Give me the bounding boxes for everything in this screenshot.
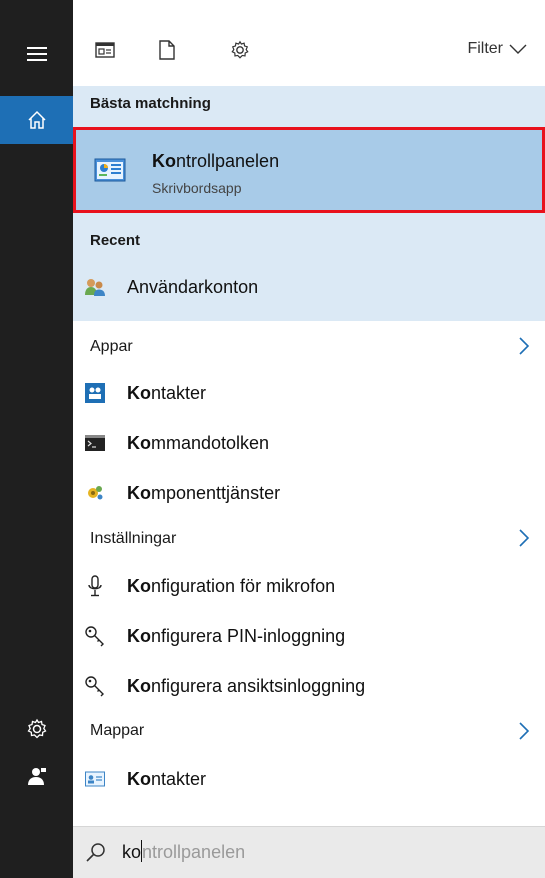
setting-item-pin-sign-in[interactable]: Konfigurera PIN-inloggning (73, 611, 545, 661)
setting-item-label: Konfiguration för mikrofon (127, 575, 336, 596)
key-icon (83, 624, 107, 648)
component-services-icon (83, 481, 107, 505)
search-box[interactable]: kontrollpanelen (73, 826, 545, 878)
filter-dropdown[interactable]: Filter (467, 40, 527, 58)
setting-item-face-sign-in[interactable]: Konfigurera ansiktsinloggning (73, 661, 545, 711)
app-item-contacts[interactable]: Kontakter (73, 368, 545, 418)
folders-heading: Mappar (90, 722, 145, 739)
folder-item-label: Kontakter (127, 768, 207, 789)
user-icon (27, 768, 46, 785)
setting-item-microphone[interactable]: Konfiguration för mikrofon (73, 561, 545, 611)
contact-card-icon (83, 767, 107, 791)
best-match-item[interactable]: Kontrollpanelen Skrivbordsapp (73, 127, 545, 213)
app-item-command-prompt[interactable]: Kommandotolken (73, 418, 545, 468)
user-account-button[interactable] (0, 752, 73, 800)
app-window-icon (95, 42, 115, 58)
app-item-component-services[interactable]: Komponenttjänster (73, 468, 545, 518)
folders-expand-chevron-icon[interactable] (517, 721, 531, 741)
settings-expand-chevron-icon[interactable] (517, 528, 531, 548)
settings-filter-button[interactable] (228, 38, 252, 62)
app-item-label: Komponenttjänster (127, 482, 281, 503)
setting-item-label: Konfigurera PIN-inloggning (127, 625, 346, 646)
recent-heading: Recent (90, 232, 141, 249)
best-match-title: Kontrollpanelen (152, 151, 280, 171)
apps-expand-chevron-icon[interactable] (517, 336, 531, 356)
settings-heading: Inställningar (90, 530, 177, 547)
search-icon (86, 843, 105, 862)
home-button[interactable] (0, 96, 73, 144)
recent-item-user-accounts[interactable]: Användarkonton (73, 262, 545, 312)
best-match-heading: Bästa matchning (90, 95, 211, 112)
search-input[interactable]: kontrollpanelen (122, 840, 245, 863)
apps-heading: Appar (90, 338, 133, 355)
toolbar: Filter (73, 28, 545, 72)
setting-item-label: Konfigurera ansiktsinloggning (127, 675, 366, 696)
search-typed-text: ko (122, 842, 142, 862)
chevron-down-icon (509, 44, 527, 54)
command-prompt-icon (83, 431, 107, 455)
user-accounts-icon (83, 275, 107, 299)
gear-icon (27, 718, 46, 739)
contacts-app-icon (83, 381, 107, 405)
apps-filter-button[interactable] (93, 38, 117, 62)
control-panel-icon (94, 157, 126, 190)
app-item-label: Kontakter (127, 382, 207, 403)
gear-icon (231, 40, 249, 59)
hamburger-icon (26, 47, 47, 61)
home-icon (27, 110, 46, 129)
folder-item-contacts[interactable]: Kontakter (73, 754, 545, 804)
search-autocomplete-text: ntrollpanelen (142, 842, 246, 862)
documents-filter-button[interactable] (155, 38, 179, 62)
sidebar (0, 0, 73, 878)
recent-item-label: Användarkonton (127, 276, 259, 297)
settings-button[interactable] (0, 705, 73, 753)
app-item-label: Kommandotolken (127, 432, 270, 453)
filter-label: Filter (467, 40, 503, 57)
microphone-icon (83, 574, 107, 598)
key-icon (83, 674, 107, 698)
best-match-subtitle: Skrivbordsapp (152, 180, 242, 196)
document-icon (159, 40, 175, 60)
hamburger-menu-button[interactable] (0, 30, 73, 78)
search-results-panel: Filter Bästa matchning Kontrollpanelen S… (73, 0, 545, 878)
